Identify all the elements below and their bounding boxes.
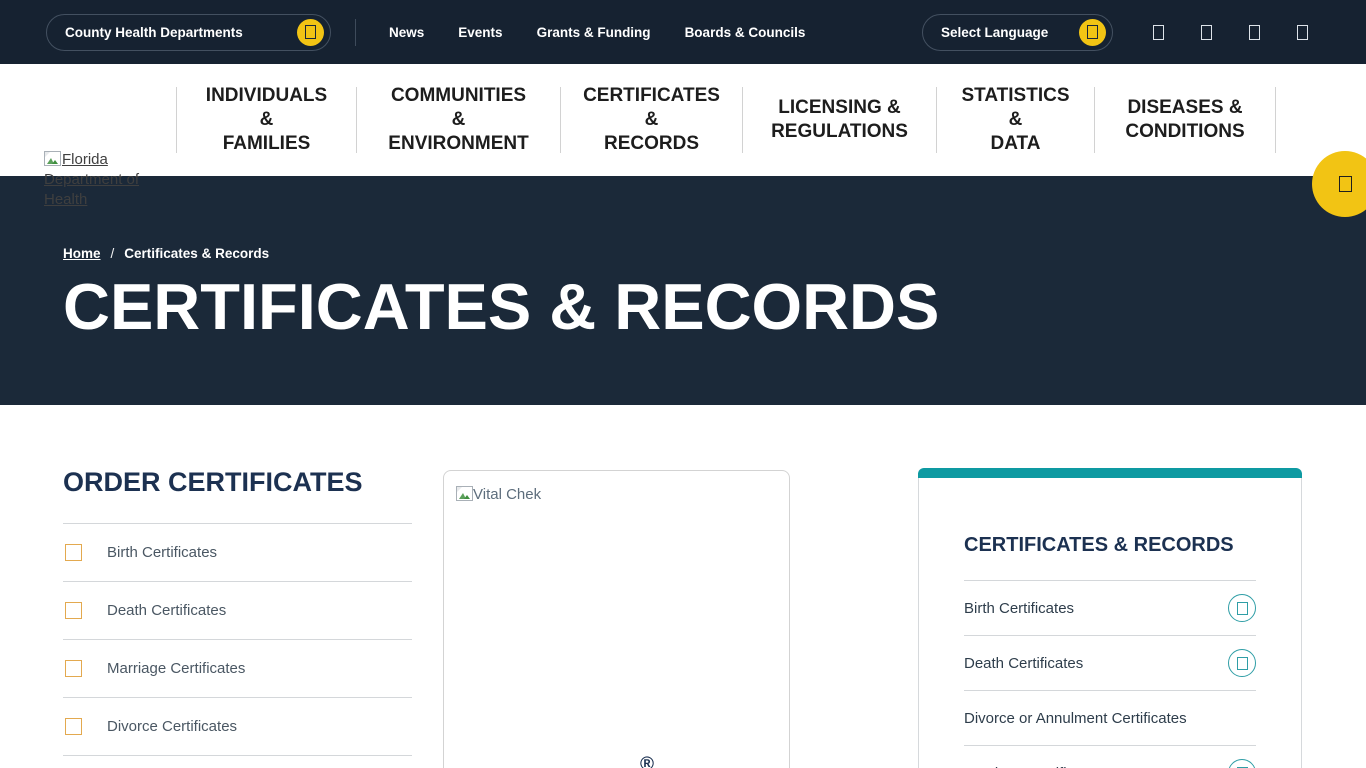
order-certificates-heading: ORDER CERTIFICATES [63, 467, 412, 497]
card-body: CERTIFICATES & RECORDS Birth Certificate… [918, 478, 1302, 768]
social-icon-1[interactable] [1153, 25, 1164, 40]
broken-image-icon [44, 151, 61, 166]
expand-circle-button[interactable] [1228, 759, 1256, 768]
select-language-button[interactable]: Select Language [922, 14, 1113, 51]
breadcrumb-separator: / [111, 246, 115, 261]
search-icon [1339, 176, 1352, 192]
order-item-death-certificates[interactable]: Death Certificates [63, 582, 412, 640]
expand-circle-button[interactable] [1228, 594, 1256, 622]
sidebar-item-divorce-annulment-certificates[interactable]: Divorce or Annulment Certificates [964, 690, 1256, 745]
broken-image-icon [456, 486, 473, 501]
nav-communities-environment[interactable]: COMMUNITIES & ENVIRONMENT [357, 84, 560, 156]
sidebar-item-marriage-certificates[interactable]: Marriage Certificates [964, 745, 1256, 768]
nav-diseases-conditions[interactable]: DISEASES & CONDITIONS [1095, 96, 1275, 144]
county-health-departments-label: County Health Departments [65, 25, 243, 40]
order-item-divorce-certificates[interactable]: Divorce Certificates [63, 698, 412, 756]
nav-licensing-regulations[interactable]: LICENSING & REGULATIONS [743, 96, 936, 144]
topbar-link-news[interactable]: News [372, 25, 441, 40]
certificates-records-sidebar-card: CERTIFICATES & RECORDS Birth Certificate… [918, 468, 1302, 768]
certificate-square-icon [65, 660, 82, 677]
main-content: ORDER CERTIFICATES Birth Certificates De… [0, 405, 1366, 768]
sidebar-card-list: Birth Certificates Death Certificates Di… [964, 580, 1256, 768]
sidebar-item-death-certificates[interactable]: Death Certificates [964, 635, 1256, 690]
nav-statistics-data[interactable]: STATISTICS & DATA [937, 84, 1094, 156]
certificate-square-icon [65, 602, 82, 619]
vitalchek-alt-text: Vital Chek [473, 486, 541, 503]
missing-glyph-icon [305, 25, 316, 39]
main-nav-items: INDIVIDUALS & FAMILIES COMMUNITIES & ENV… [176, 64, 1276, 176]
topbar-link-grants-funding[interactable]: Grants & Funding [520, 25, 668, 40]
topbar-link-boards-councils[interactable]: Boards & Councils [668, 25, 823, 40]
topbar-divider [355, 19, 356, 46]
breadcrumb-home-link[interactable]: Home [63, 246, 101, 261]
sidebar-item-birth-certificates[interactable]: Birth Certificates [964, 580, 1256, 635]
breadcrumb-current: Certificates & Records [124, 246, 269, 261]
missing-glyph-icon [1237, 657, 1248, 670]
page-title: CERTIFICATES & RECORDS [63, 274, 1366, 340]
missing-glyph-icon [1087, 25, 1098, 39]
social-icon-3[interactable] [1249, 25, 1260, 40]
top-utility-bar: County Health Departments News Events Gr… [0, 0, 1366, 64]
vitalchek-card[interactable]: Vital Chek ® [443, 470, 790, 768]
select-language-label: Select Language [941, 25, 1048, 40]
vitalchek-broken-image: Vital Chek [456, 486, 541, 503]
order-item-marriage-certificates[interactable]: Marriage Certificates [63, 640, 412, 698]
order-certificates-list: Birth Certificates Death Certificates Ma… [63, 523, 412, 756]
expand-circle-button[interactable] [1228, 649, 1256, 677]
county-health-departments-button[interactable]: County Health Departments [46, 14, 331, 51]
social-icon-2[interactable] [1201, 25, 1212, 40]
social-icon-4[interactable] [1297, 25, 1308, 40]
language-globe-icon [1079, 19, 1106, 46]
card-teal-accent-bar [918, 468, 1302, 478]
site-logo-broken-image[interactable]: Florida Department of Health [44, 150, 140, 207]
certificate-square-icon [65, 718, 82, 735]
page-hero: Home / Certificates & Records CERTIFICAT… [0, 176, 1366, 405]
social-icons-group [1153, 25, 1366, 40]
sidebar-card-heading: CERTIFICATES & RECORDS [964, 478, 1256, 557]
registered-trademark-symbol: ® [640, 754, 654, 768]
order-item-birth-certificates[interactable]: Birth Certificates [63, 524, 412, 582]
main-navigation-bar: Florida Department of Health INDIVIDUALS… [0, 64, 1366, 176]
breadcrumb: Home / Certificates & Records [63, 176, 1366, 261]
county-dropdown-icon [297, 19, 324, 46]
topbar-link-events[interactable]: Events [441, 25, 519, 40]
certificate-square-icon [65, 544, 82, 561]
order-certificates-section: ORDER CERTIFICATES Birth Certificates De… [63, 467, 412, 756]
missing-glyph-icon [1237, 602, 1248, 615]
nav-separator [1275, 87, 1276, 153]
nav-certificates-records[interactable]: CERTIFICATES & RECORDS [561, 84, 742, 156]
nav-individuals-families[interactable]: INDIVIDUALS & FAMILIES [177, 84, 356, 156]
